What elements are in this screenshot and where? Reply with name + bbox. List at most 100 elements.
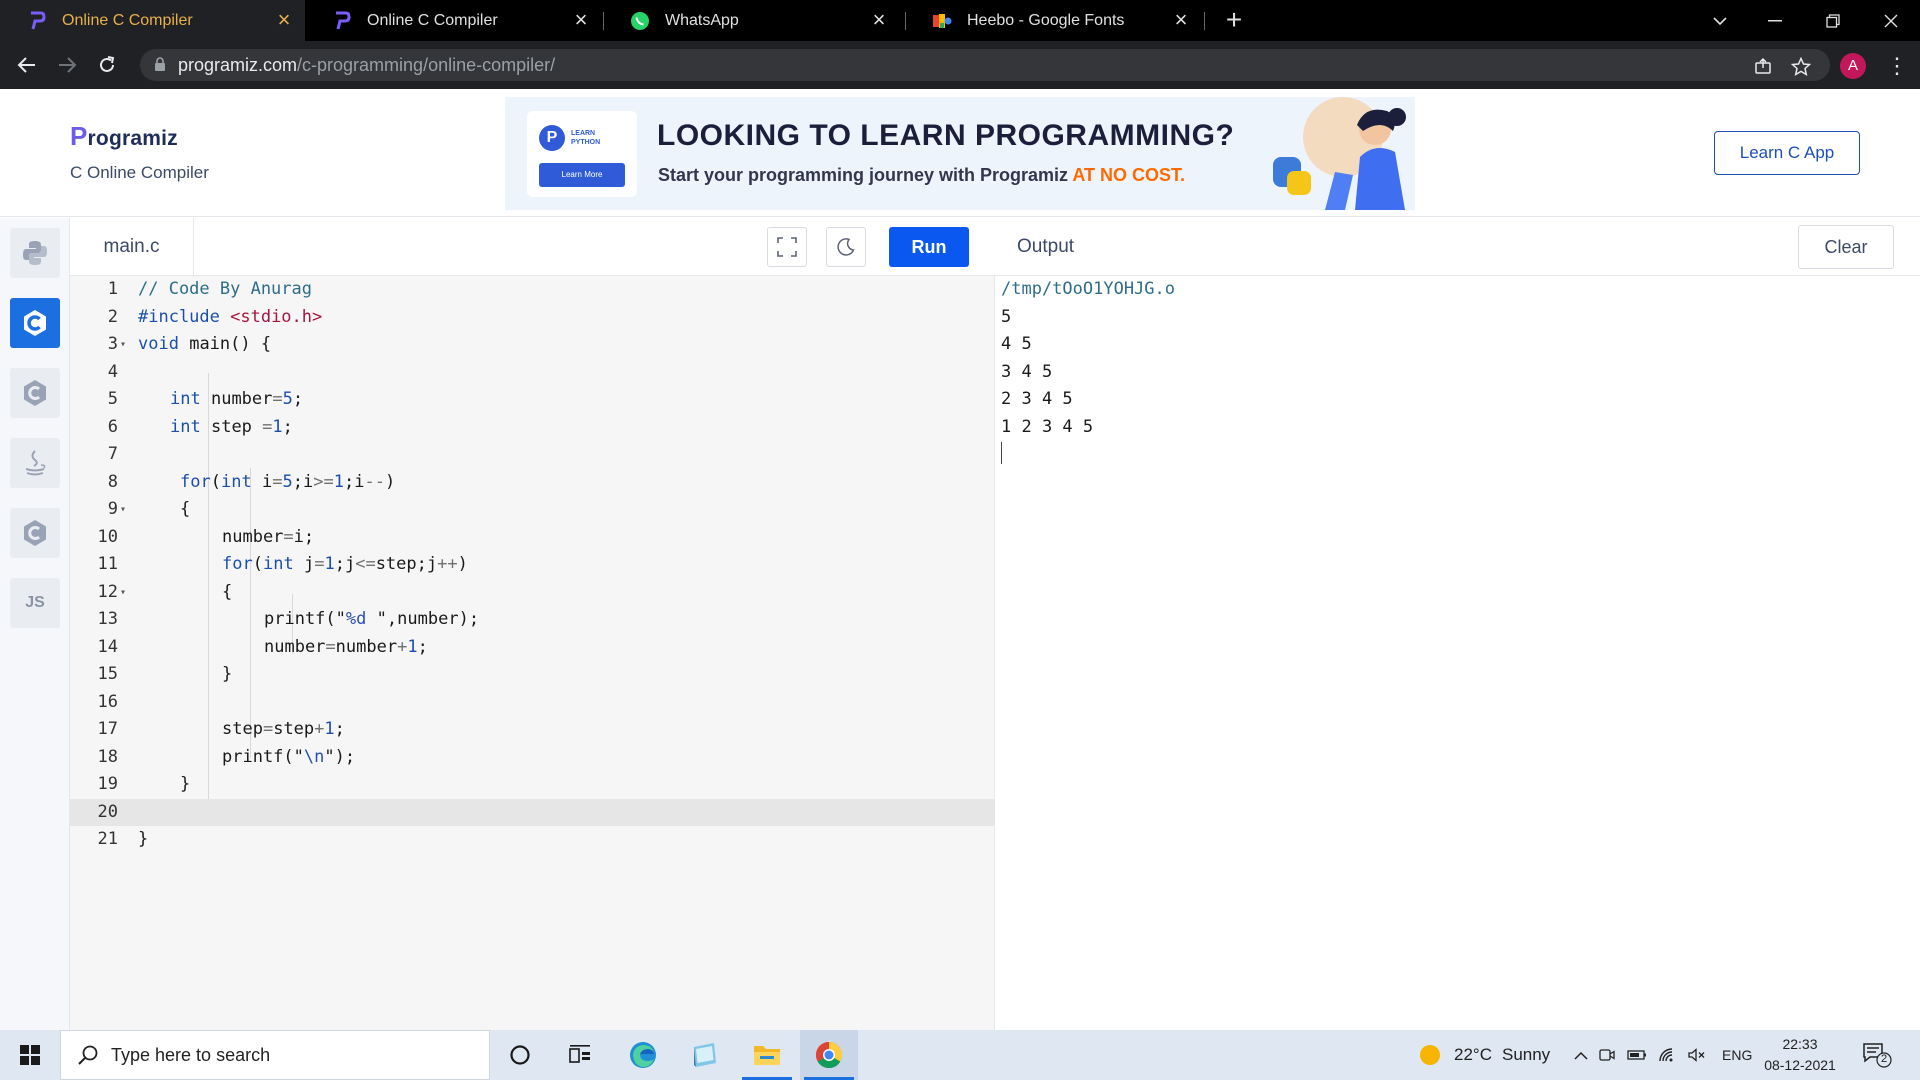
code-line: 9 ▾ {: [70, 496, 995, 524]
run-button[interactable]: Run: [889, 227, 969, 267]
output-line: /tmp/tOoO1YOHJG.o: [1001, 279, 1175, 299]
ad-banner[interactable]: P LEARN PYTHON Learn More LOOKING TO LEAR…: [505, 97, 1415, 210]
code-text: int number=5;: [170, 389, 304, 409]
input-language[interactable]: ENG: [1722, 1047, 1752, 1063]
line-number: 13: [97, 609, 118, 629]
taskbar-chrome-button[interactable]: [800, 1030, 858, 1080]
taskbar-app-button[interactable]: [676, 1030, 734, 1080]
cortana-button[interactable]: [491, 1030, 549, 1080]
address-bar[interactable]: programiz.com/c-programming/online-compi…: [140, 49, 1830, 81]
taskbar-clock[interactable]: 22:33 08-12-2021: [1760, 1034, 1840, 1076]
restore-button[interactable]: [1808, 0, 1858, 41]
code-text: printf("\n");: [222, 746, 356, 767]
fold-arrow-icon[interactable]: ▾: [120, 579, 126, 607]
file-tab-main-c[interactable]: main.c: [70, 218, 194, 276]
task-view-button[interactable]: [551, 1030, 609, 1080]
lang-cpp-button[interactable]: [10, 368, 60, 418]
programiz-logo[interactable]: Programiz: [70, 121, 178, 152]
bookmark-star-icon[interactable]: [1790, 55, 1812, 77]
chrome-icon: [815, 1041, 843, 1069]
banner-learn-more-button[interactable]: Learn More: [539, 163, 625, 187]
code-text: #include <stdio.h>: [138, 306, 323, 327]
weather-temp: 22°C: [1454, 1045, 1492, 1064]
system-tray: ENG: [1570, 1030, 1752, 1080]
output-console[interactable]: /tmp/tOoO1YOHJG.o 5 4 5 3 4 5 2 3 4 5 1 …: [995, 276, 1920, 1030]
fold-arrow-icon[interactable]: ▾: [120, 331, 126, 359]
code-text: {: [180, 499, 191, 519]
code-text: // Code By Anurag: [138, 279, 312, 299]
logo-text: rogramiz: [87, 127, 178, 150]
line-number: 7: [107, 444, 118, 464]
close-window-button[interactable]: [1866, 0, 1916, 41]
clock-date: 08-12-2021: [1764, 1057, 1836, 1073]
dark-mode-button[interactable]: [826, 227, 866, 267]
battery-icon[interactable]: [1622, 1049, 1652, 1061]
search-icon: [77, 1044, 99, 1071]
learn-c-app-button[interactable]: Learn C App: [1714, 131, 1860, 175]
code-line: 17 step=step+1;: [70, 716, 995, 744]
code-text: }: [138, 829, 149, 849]
code-editor[interactable]: 1 // Code By Anurag 2 #include <stdio.h> 3…: [70, 276, 995, 1030]
browser-toolbar: programiz.com/c-programming/online-compi…: [0, 41, 1920, 89]
back-button[interactable]: [11, 49, 43, 81]
tab-search-button[interactable]: [1695, 0, 1745, 41]
fullscreen-button[interactable]: [767, 227, 807, 267]
lang-c-button[interactable]: [10, 298, 60, 348]
code-line: 10 number=i;: [70, 524, 995, 552]
wifi-icon[interactable]: [1652, 1047, 1682, 1063]
lang-js-button[interactable]: JS: [10, 578, 60, 628]
profile-avatar[interactable]: A: [1840, 53, 1866, 79]
clock-time: 22:33: [1782, 1036, 1818, 1052]
chevron-down-icon: [1713, 16, 1727, 25]
tab-divider: [1204, 12, 1205, 30]
close-tab-icon[interactable]: ×: [273, 8, 295, 32]
text-cursor: [1001, 442, 1002, 464]
notification-center-button[interactable]: 2: [1862, 1042, 1892, 1068]
forward-button[interactable]: [51, 49, 83, 81]
taskbar-edge-button[interactable]: [614, 1030, 672, 1080]
line-number: 15: [97, 664, 118, 684]
minimize-button[interactable]: [1750, 0, 1800, 41]
line-number: 9: [107, 499, 118, 519]
meet-now-icon[interactable]: [1592, 1048, 1622, 1062]
clear-button[interactable]: Clear: [1798, 225, 1894, 269]
browser-tab-1[interactable]: Online C Compiler ×: [305, 0, 602, 41]
fold-arrow-icon[interactable]: ▾: [120, 496, 126, 524]
tab-title: Online C Compiler: [367, 11, 498, 29]
new-tab-button[interactable]: +: [1219, 6, 1249, 36]
lang-java-button[interactable]: [10, 438, 60, 488]
page-header: Programiz C Online Compiler P LEARN PYTHO…: [0, 89, 1920, 217]
code-text: for(int i=5;i>=1;i--): [180, 471, 396, 492]
tab-title: Heebo - Google Fonts: [967, 11, 1125, 29]
taskbar-file-explorer-button[interactable]: [738, 1030, 796, 1080]
code-text: }: [222, 664, 233, 684]
close-tab-icon[interactable]: ×: [570, 8, 592, 32]
weather-widget[interactable]: 22°C Sunny: [1418, 1030, 1550, 1080]
speaker-muted-icon[interactable]: [1682, 1048, 1712, 1062]
chevron-up-icon[interactable]: [1570, 1051, 1592, 1060]
code-text: for(int j=1;j<=step;j++): [222, 554, 468, 574]
taskbar-search-box[interactable]: Type here to search: [60, 1030, 490, 1080]
banner-badge-text: LEARN PYTHON: [571, 129, 600, 147]
reload-button[interactable]: [91, 49, 123, 81]
share-icon[interactable]: [1752, 55, 1774, 77]
js-icon: JS: [25, 594, 45, 611]
close-tab-icon[interactable]: ×: [868, 8, 890, 32]
cortana-circle-icon: [510, 1045, 530, 1065]
close-tab-icon[interactable]: ×: [1170, 8, 1192, 32]
browser-tab-3[interactable]: Heebo - Google Fonts ×: [905, 0, 1202, 41]
browser-menu-icon[interactable]: ⋮: [1886, 53, 1908, 79]
browser-tab-0[interactable]: Online C Compiler ×: [0, 0, 305, 41]
code-line: 3 ▾ void main() {: [70, 331, 995, 359]
folder-icon: [754, 1046, 780, 1065]
browser-tab-2[interactable]: WhatsApp ×: [603, 0, 900, 41]
notification-count: 2: [1880, 1053, 1888, 1065]
lang-python-button[interactable]: [10, 228, 60, 278]
line-number: 18: [97, 746, 118, 767]
url-host: programiz.com: [178, 55, 298, 75]
banner-badge-top: LEARN: [571, 130, 596, 137]
lang-csharp-button[interactable]: [10, 508, 60, 558]
code-line: 12 ▾ {: [70, 579, 995, 607]
code-text: printf("%d ",number);: [264, 609, 480, 629]
start-button[interactable]: [0, 1030, 60, 1080]
